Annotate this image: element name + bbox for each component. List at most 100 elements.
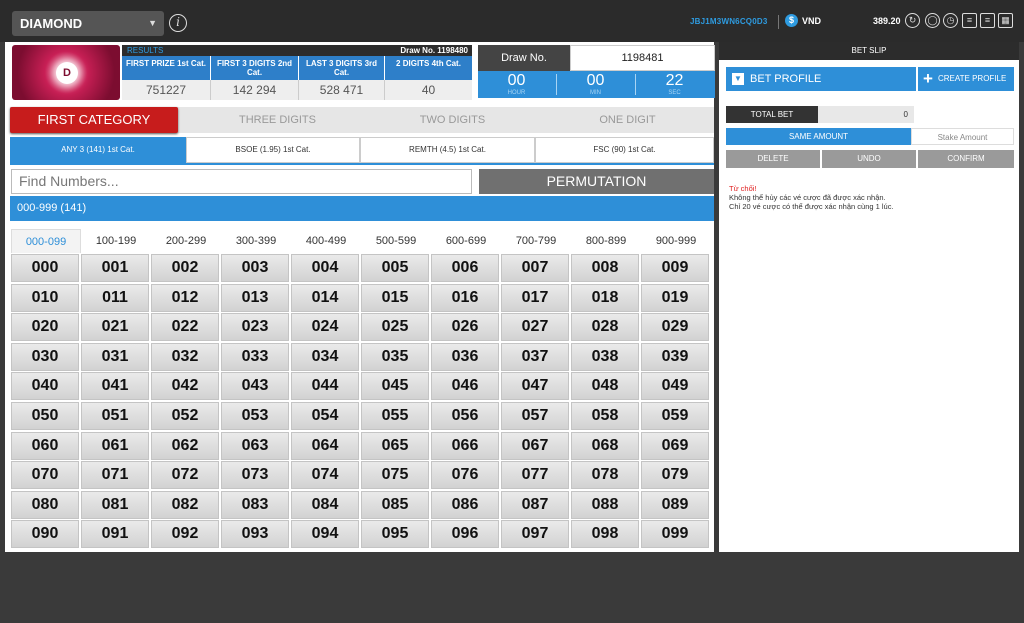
- settings-icon[interactable]: ◯: [925, 13, 940, 28]
- range-tab[interactable]: 800-899: [571, 229, 641, 253]
- number-button[interactable]: 022: [151, 313, 219, 342]
- number-button[interactable]: 057: [501, 402, 569, 430]
- number-button[interactable]: 037: [501, 342, 569, 371]
- number-button[interactable]: 041: [81, 372, 149, 401]
- number-button[interactable]: 054: [291, 402, 359, 430]
- number-button[interactable]: 092: [151, 520, 219, 549]
- number-button[interactable]: 043: [221, 372, 289, 401]
- number-button[interactable]: 094: [291, 520, 359, 549]
- number-button[interactable]: 001: [81, 254, 149, 282]
- number-button[interactable]: 066: [431, 431, 499, 460]
- number-button[interactable]: 056: [431, 402, 499, 430]
- tab-fsc[interactable]: FSC (90) 1st Cat.: [535, 137, 714, 163]
- number-button[interactable]: 062: [151, 431, 219, 460]
- number-button[interactable]: 003: [221, 254, 289, 282]
- number-button[interactable]: 059: [641, 402, 709, 430]
- number-button[interactable]: 065: [361, 431, 429, 460]
- number-button[interactable]: 029: [641, 313, 709, 342]
- history-icon[interactable]: ◷: [943, 13, 958, 28]
- number-button[interactable]: 090: [11, 520, 79, 549]
- number-button[interactable]: 009: [641, 254, 709, 282]
- number-button[interactable]: 045: [361, 372, 429, 401]
- number-button[interactable]: 071: [81, 461, 149, 490]
- number-button[interactable]: 079: [641, 461, 709, 490]
- number-button[interactable]: 064: [291, 431, 359, 460]
- number-button[interactable]: 011: [81, 283, 149, 312]
- document-icon[interactable]: ≡: [962, 13, 977, 28]
- number-button[interactable]: 028: [571, 313, 639, 342]
- number-button[interactable]: 072: [151, 461, 219, 490]
- same-amount-toggle[interactable]: SAME AMOUNT: [726, 128, 911, 145]
- number-button[interactable]: 055: [361, 402, 429, 430]
- refresh-icon[interactable]: ↻: [905, 13, 920, 28]
- range-tab[interactable]: 600-699: [431, 229, 501, 253]
- number-button[interactable]: 019: [641, 283, 709, 312]
- number-button[interactable]: 012: [151, 283, 219, 312]
- number-button[interactable]: 026: [431, 313, 499, 342]
- number-button[interactable]: 013: [221, 283, 289, 312]
- range-tab[interactable]: 200-299: [151, 229, 221, 253]
- number-button[interactable]: 027: [501, 313, 569, 342]
- number-button[interactable]: 076: [431, 461, 499, 490]
- number-button[interactable]: 038: [571, 342, 639, 371]
- number-button[interactable]: 095: [361, 520, 429, 549]
- number-button[interactable]: 086: [431, 490, 499, 519]
- range-tab[interactable]: 900-999: [641, 229, 711, 253]
- number-button[interactable]: 006: [431, 254, 499, 282]
- number-button[interactable]: 024: [291, 313, 359, 342]
- number-button[interactable]: 052: [151, 402, 219, 430]
- tab-bsoe[interactable]: BSOE (1.95) 1st Cat.: [186, 137, 360, 163]
- number-button[interactable]: 020: [11, 313, 79, 342]
- number-button[interactable]: 097: [501, 520, 569, 549]
- number-button[interactable]: 068: [571, 431, 639, 460]
- number-button[interactable]: 078: [571, 461, 639, 490]
- number-button[interactable]: 083: [221, 490, 289, 519]
- number-button[interactable]: 098: [571, 520, 639, 549]
- number-button[interactable]: 089: [641, 490, 709, 519]
- number-button[interactable]: 063: [221, 431, 289, 460]
- range-tab[interactable]: 100-199: [81, 229, 151, 253]
- number-button[interactable]: 050: [11, 402, 79, 430]
- book-icon[interactable]: ▦: [998, 13, 1013, 28]
- range-tab[interactable]: 000-099: [11, 229, 81, 253]
- number-button[interactable]: 031: [81, 342, 149, 371]
- undo-button[interactable]: UNDO: [822, 150, 916, 168]
- number-button[interactable]: 047: [501, 372, 569, 401]
- number-button[interactable]: 033: [221, 342, 289, 371]
- tab-remth[interactable]: REMTH (4.5) 1st Cat.: [360, 137, 535, 163]
- range-tab[interactable]: 300-399: [221, 229, 291, 253]
- range-tab[interactable]: 700-799: [501, 229, 571, 253]
- number-button[interactable]: 002: [151, 254, 219, 282]
- number-button[interactable]: 015: [361, 283, 429, 312]
- number-button[interactable]: 088: [571, 490, 639, 519]
- number-button[interactable]: 034: [291, 342, 359, 371]
- number-button[interactable]: 093: [221, 520, 289, 549]
- number-button[interactable]: 023: [221, 313, 289, 342]
- game-select[interactable]: DIAMOND ▼: [12, 11, 164, 36]
- number-button[interactable]: 000: [11, 254, 79, 282]
- number-button[interactable]: 067: [501, 431, 569, 460]
- number-button[interactable]: 035: [361, 342, 429, 371]
- number-button[interactable]: 044: [291, 372, 359, 401]
- number-button[interactable]: 018: [571, 283, 639, 312]
- number-button[interactable]: 080: [11, 490, 79, 519]
- number-button[interactable]: 081: [81, 490, 149, 519]
- stake-amount-input[interactable]: Stake Amount: [911, 128, 1014, 145]
- number-button[interactable]: 060: [11, 431, 79, 460]
- number-button[interactable]: 030: [11, 342, 79, 371]
- number-button[interactable]: 096: [431, 520, 499, 549]
- number-button[interactable]: 036: [431, 342, 499, 371]
- number-button[interactable]: 077: [501, 461, 569, 490]
- number-button[interactable]: 040: [11, 372, 79, 401]
- number-button[interactable]: 021: [81, 313, 149, 342]
- number-button[interactable]: 085: [361, 490, 429, 519]
- number-button[interactable]: 084: [291, 490, 359, 519]
- confirm-button[interactable]: CONFIRM: [918, 150, 1014, 168]
- number-button[interactable]: 004: [291, 254, 359, 282]
- number-button[interactable]: 051: [81, 402, 149, 430]
- tab-any3[interactable]: ANY 3 (141) 1st Cat.: [10, 137, 186, 163]
- number-button[interactable]: 017: [501, 283, 569, 312]
- range-tab[interactable]: 400-499: [291, 229, 361, 253]
- number-button[interactable]: 025: [361, 313, 429, 342]
- find-numbers-input[interactable]: Find Numbers...: [11, 169, 472, 194]
